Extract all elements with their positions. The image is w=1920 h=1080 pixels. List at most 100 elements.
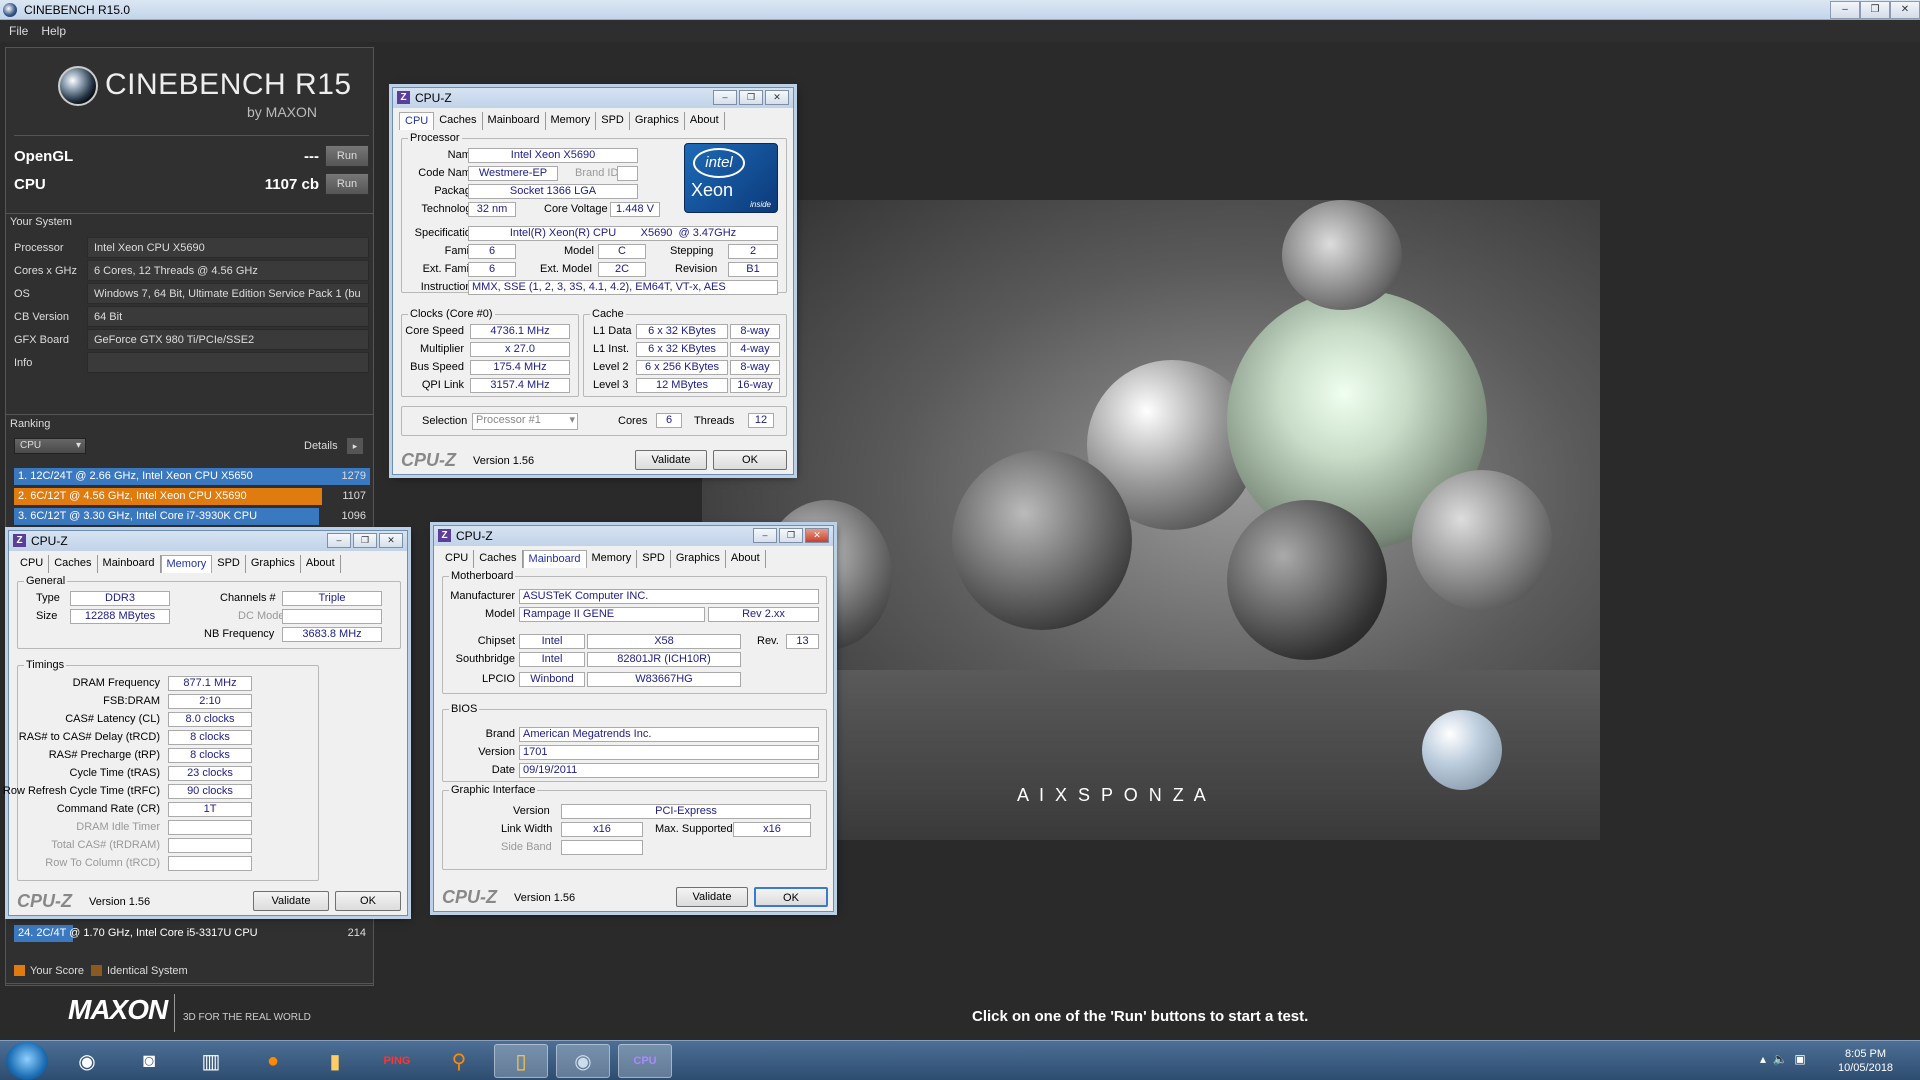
level3-value: 12 MBytes [636,378,728,393]
tab-mainboard[interactable]: Mainboard [483,112,546,130]
menu-file[interactable]: File [0,20,28,38]
validate-button[interactable]: Validate [635,450,707,470]
general-group-title: General [24,575,68,587]
tab-graphics[interactable]: Graphics [671,550,726,568]
close-button[interactable]: ✕ [765,90,789,105]
cpuz-window-mainboard: Z CPU-Z ‒ ❐ ✕ CPU Caches Mainboard Memory SPD G… [433,525,834,912]
opengl-run-button[interactable]: Run [325,145,369,167]
tab-about[interactable]: About [301,555,341,573]
ranking-row[interactable]: 2. 6C/12T @ 4.56 GHz, Intel Xeon CPU X56… [14,488,370,505]
window-titlebar: CINEBENCH R15.0 ‒ ❐ ✕ [0,0,1920,20]
ranking-text: 3. 6C/12T @ 3.30 GHz, Intel Core i7-3930… [18,510,258,522]
max-supported-value: x16 [733,822,811,837]
cpuz-version: Version 1.56 [89,896,151,908]
discord-icon[interactable]: ◙ [122,1044,176,1078]
steam-icon[interactable]: ◉ [60,1044,114,1078]
tray-arrow-icon[interactable]: ▴ [1760,1052,1766,1066]
cores-label: Cores [618,415,648,427]
cpuz-version: Version 1.56 [514,892,576,904]
maximize-button[interactable]: ❐ [739,90,763,105]
tab-about[interactable]: About [726,550,766,568]
ranking-select[interactable]: CPU ▾ [14,438,86,454]
validate-button[interactable]: Validate [676,887,748,907]
tab-cpu[interactable]: CPU [15,555,50,573]
ranking-row[interactable]: 1. 12C/24T @ 2.66 GHz, Intel Xeon CPU X5… [14,468,370,485]
timing-value: 1T [168,802,252,817]
tab-graphics[interactable]: Graphics [630,112,685,130]
ok-button[interactable]: OK [335,891,401,911]
start-button[interactable] [6,1042,48,1080]
level3-ways: 16-way [730,378,780,393]
cinebench-taskbar-icon[interactable]: ◉ [556,1044,610,1078]
taskbar-clock[interactable]: 8:05 PM 10/05/2018 [1838,1047,1893,1075]
maxon-tagline: 3D FOR THE REAL WORLD [183,1012,311,1023]
tab-caches[interactable]: Caches [474,550,523,568]
timing-value [168,838,252,853]
ok-button[interactable]: OK [713,450,787,470]
ranking-row[interactable]: 3. 6C/12T @ 3.30 GHz, Intel Core i7-3930… [14,508,370,525]
render-sphere [1422,710,1502,790]
tab-caches[interactable]: Caches [434,112,483,130]
motherboard-group-title: Motherboard [449,570,516,582]
tab-cpu[interactable]: CPU [399,112,435,130]
cpu-run-button[interactable]: Run [325,173,369,195]
tab-memory[interactable]: Memory [546,112,597,130]
tab-graphics[interactable]: Graphics [246,555,301,573]
tab-memory[interactable]: Memory [160,555,213,573]
volume-icon[interactable]: 🔈 [1773,1052,1788,1066]
timing-label: DRAM Idle Timer [76,821,160,833]
cores-value: 6 [656,413,682,428]
ok-button[interactable]: OK [754,887,828,907]
tab-mainboard[interactable]: Mainboard [98,555,161,573]
tab-about[interactable]: About [685,112,725,130]
chipset-label: Chipset [477,635,515,647]
timing-value: 8.0 clocks [168,712,252,727]
firefox-icon[interactable]: ● [246,1044,300,1078]
menu-help[interactable]: Help [32,20,66,38]
cache-group: Cache L1 Data 6 x 32 KBytes 8-way L1 Ins… [583,308,787,397]
processor-select[interactable]: Processor #1 ▾ [472,413,578,430]
cpuz-taskbar-icon[interactable]: CPU [618,1044,672,1078]
minimize-button[interactable]: ‒ [327,533,351,548]
graphic-interface-group: Graphic Interface Version PCI-Express Li… [442,784,827,870]
close-button[interactable]: ✕ [805,528,829,543]
tab-memory[interactable]: Memory [587,550,638,568]
gpu-z-icon[interactable]: ▮ [308,1044,362,1078]
minimize-button[interactable]: ‒ [753,528,777,543]
tab-cpu[interactable]: CPU [440,550,475,568]
maximize-button[interactable]: ❐ [1860,1,1890,19]
ping-app-icon[interactable]: PING [370,1044,424,1078]
tab-mainboard[interactable]: Mainboard [522,550,587,568]
chevron-down-icon: ▾ [75,440,81,451]
identical-system-swatch [91,965,102,976]
minimize-button[interactable]: ‒ [713,90,737,105]
tab-spd[interactable]: SPD [637,550,671,568]
cpuz-tabs: CPU Caches Mainboard Memory SPD Graphics About [440,550,766,568]
details-arrow-icon[interactable]: ▸ [347,438,363,454]
equalizer-app-icon[interactable]: ▥ [184,1044,238,1078]
timing-label: Row Refresh Cycle Time (tRFC) [2,785,160,797]
tab-spd[interactable]: SPD [212,555,246,573]
maximize-button[interactable]: ❐ [353,533,377,548]
validate-button[interactable]: Validate [253,891,329,911]
timing-value [168,856,252,871]
cpuz-logo: CPU-Z [17,891,72,911]
system-info-value: 64 Bit [87,306,369,327]
close-button[interactable]: ✕ [379,533,403,548]
search-tool-icon[interactable]: ⚲ [432,1044,486,1078]
ext-model-label: Ext. Model [540,263,592,275]
close-button[interactable]: ✕ [1890,1,1920,19]
folder-icon[interactable]: ▯ [494,1044,548,1078]
tab-caches[interactable]: Caches [49,555,98,573]
maximize-button[interactable]: ❐ [779,528,803,543]
bios-date-label: Date [491,764,515,776]
network-icon[interactable]: ▣ [1794,1052,1805,1066]
intel-xeon-logo: intel Xeon inside [684,143,778,213]
ranking-text: 1. 12C/24T @ 2.66 GHz, Intel Xeon CPU X5… [18,470,253,482]
tab-spd[interactable]: SPD [596,112,630,130]
minimize-button[interactable]: ‒ [1830,1,1860,19]
ranking-row[interactable]: 24. 2C/4T @ 1.70 GHz, Intel Core i5-3317… [14,925,370,942]
cpu-score: 1107 cb [264,176,319,193]
maxon-divider [174,994,175,1032]
cache-group-title: Cache [590,308,626,320]
